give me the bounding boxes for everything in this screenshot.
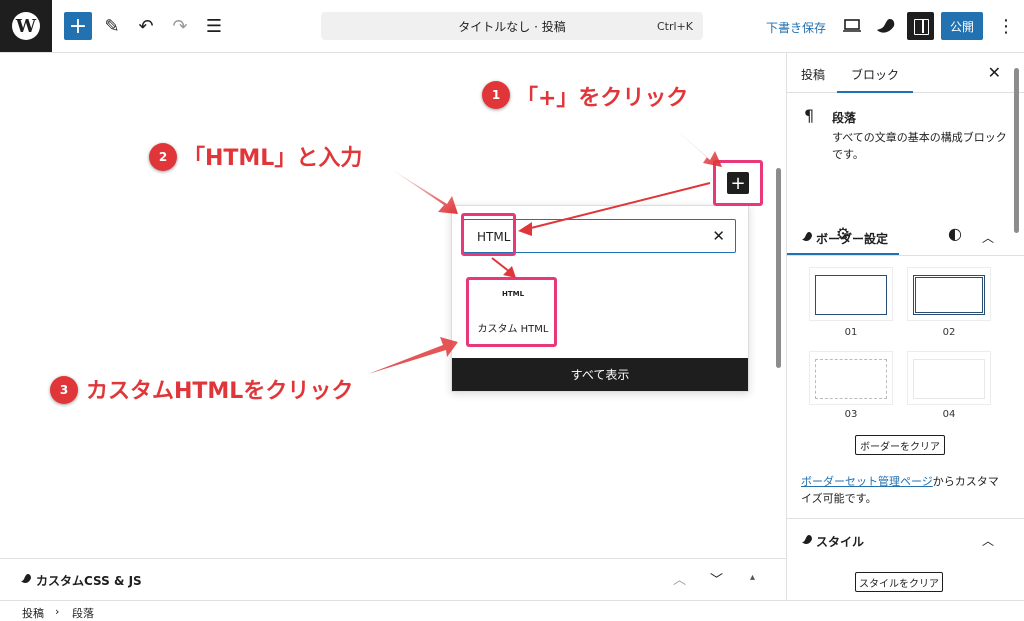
- border-preview: [815, 359, 887, 399]
- arrow-step2: [388, 167, 458, 214]
- border-option-label: 02: [942, 327, 956, 338]
- border-preview: [913, 359, 985, 399]
- arrow-connector-2: [491, 257, 511, 273]
- border-option-label: 04: [942, 409, 956, 420]
- sidebar-tabs: 投稿 ブロック ✕: [787, 53, 1024, 93]
- divider: [787, 518, 1024, 519]
- tab-block[interactable]: ブロック: [836, 66, 914, 93]
- paragraph-icon: ¶: [804, 106, 815, 125]
- arrow-step1: [663, 118, 722, 167]
- collapse-icon[interactable]: ▴: [750, 572, 755, 583]
- clear-style-button[interactable]: スタイルをクリア: [855, 572, 943, 592]
- panel-title: カスタムCSS & JS: [36, 574, 142, 588]
- move-up-icon[interactable]: ︿: [673, 569, 686, 588]
- chevron-up-icon[interactable]: ︿: [982, 229, 994, 246]
- bird-icon: [802, 535, 812, 544]
- block-description: すべての文章の基本の構成ブロックです。: [832, 131, 1007, 161]
- step2-text: 「HTML」と入力: [183, 146, 363, 171]
- settings-sidebar: 投稿 ブロック ✕ ¶ 段落 すべての文章の基本の構成ブロックです。 ⚙ ◐ ボ…: [786, 53, 1024, 600]
- close-icon[interactable]: ✕: [988, 63, 1001, 82]
- clear-border-button[interactable]: ボーダーをクリア: [855, 435, 945, 455]
- step3-number: 3: [50, 376, 78, 404]
- move-down-icon[interactable]: ﹀: [710, 569, 723, 588]
- style-panel-title[interactable]: スタイル: [816, 533, 864, 550]
- border-option-label: 03: [844, 409, 858, 420]
- breadcrumb-separator: ›: [55, 605, 60, 618]
- border-preview: [815, 275, 887, 315]
- breadcrumb-post[interactable]: 投稿: [22, 605, 44, 621]
- sidebar-scrollbar-thumb[interactable]: [1014, 68, 1019, 233]
- breadcrumb-paragraph[interactable]: 段落: [72, 605, 94, 621]
- breadcrumb: 投稿 › 段落: [0, 600, 1024, 621]
- chevron-up-icon[interactable]: ︿: [982, 532, 994, 549]
- block-name: 段落: [832, 111, 857, 125]
- border-option-01[interactable]: [809, 267, 893, 321]
- step1-number: 1: [482, 81, 510, 109]
- arrow-step3: [368, 337, 458, 374]
- border-option-label: 01: [844, 327, 858, 338]
- border-set-link[interactable]: ボーダーセット管理ページ: [801, 475, 933, 488]
- arrow-connector-1: [526, 182, 711, 230]
- step3-text: カスタムHTMLをクリック: [86, 379, 354, 404]
- border-option-03[interactable]: [809, 351, 893, 405]
- border-preview: [913, 275, 985, 315]
- tab-post[interactable]: 投稿: [801, 66, 825, 83]
- border-set-note: ボーダーセット管理ページからカスタマイズ可能です。: [801, 473, 1001, 507]
- step2-number: 2: [149, 143, 177, 171]
- style-icon[interactable]: ◐: [945, 224, 965, 243]
- step1-text: 「+」をクリック: [516, 86, 689, 111]
- bird-icon: [802, 232, 812, 241]
- arrowhead-connector-1: [518, 222, 532, 236]
- sidebar-scrollbar[interactable]: [1012, 68, 1020, 592]
- border-panel-title[interactable]: ボーダー設定: [816, 230, 888, 247]
- custom-css-js-panel[interactable]: カスタムCSS & JS ︿ ﹀ ▴: [0, 558, 786, 600]
- bird-icon: [21, 574, 31, 583]
- border-option-04[interactable]: [907, 351, 991, 405]
- border-option-02[interactable]: [907, 267, 991, 321]
- block-card: ¶ 段落 すべての文章の基本の構成ブロックです。 ⚙ ◐: [787, 94, 1024, 256]
